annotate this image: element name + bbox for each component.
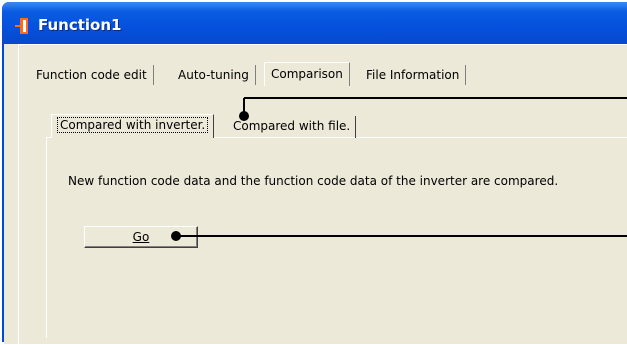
- window-title: Function1: [38, 16, 122, 34]
- tab-file-information[interactable]: File Information: [360, 65, 467, 85]
- title-bar[interactable]: Function1: [2, 2, 627, 46]
- go-button[interactable]: Go: [84, 226, 198, 248]
- subtab-compared-with-file[interactable]: Compared with file.: [228, 116, 357, 138]
- tab-comparison[interactable]: Comparison: [264, 62, 350, 86]
- subtab-compared-with-inverter[interactable]: Compared with inverter.: [51, 114, 215, 138]
- subtab-label: Compared with inverter.: [57, 117, 209, 133]
- tab-auto-tuning[interactable]: Auto-tuning: [172, 65, 256, 85]
- app-icon: [15, 18, 28, 34]
- go-button-label: Go: [132, 230, 150, 244]
- tab-function-code-edit[interactable]: Function code edit: [30, 65, 154, 85]
- comparison-description: New function code data and the function …: [68, 174, 559, 188]
